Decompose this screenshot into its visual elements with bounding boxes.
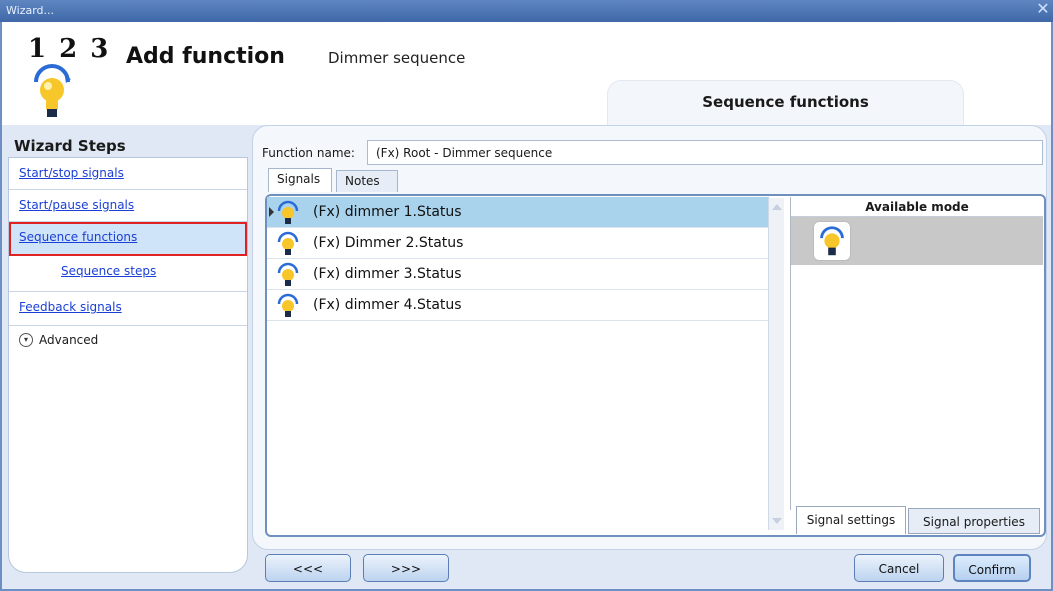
step-feedback-signals[interactable]: Feedback signals xyxy=(9,292,247,326)
step-sequence-functions[interactable]: Sequence functions xyxy=(9,222,247,256)
scroll-up-icon[interactable] xyxy=(772,204,782,210)
wizard-steps-panel: Wizard Steps Start/stop signals Start/pa… xyxy=(8,133,248,578)
list-item[interactable]: (Fx) dimmer 4.Status xyxy=(267,290,769,321)
confirm-button[interactable]: Confirm xyxy=(953,554,1031,582)
function-name-label: Function name: xyxy=(262,146,355,160)
signal-label: (Fx) dimmer 4.Status xyxy=(313,297,462,313)
window-title: Wizard... xyxy=(6,4,55,17)
step-start-stop-signals[interactable]: Start/stop signals xyxy=(9,158,247,190)
available-mode-header: Available mode xyxy=(791,197,1043,217)
dimmer-bulb-icon xyxy=(277,231,299,255)
title-bar: Wizard... ✕ xyxy=(0,0,1053,22)
list-item[interactable]: (Fx) dimmer 1.Status xyxy=(267,197,769,228)
step-link[interactable]: Sequence steps xyxy=(61,264,156,278)
row-pointer-icon xyxy=(269,207,274,217)
bulb-logo-icon xyxy=(34,64,71,117)
scroll-down-icon[interactable] xyxy=(772,518,782,524)
tab-header-label: Sequence functions xyxy=(702,93,869,111)
close-icon[interactable]: ✕ xyxy=(1035,0,1051,20)
signals-list: (Fx) dimmer 1.Status (Fx) Dimmer 2.Statu… xyxy=(267,197,784,531)
dimmer-bulb-icon xyxy=(277,262,299,286)
tab-notes[interactable]: Notes xyxy=(336,170,398,192)
next-button[interactable]: >>> xyxy=(363,554,449,582)
available-mode-panel: Available mode xyxy=(790,197,1043,510)
list-item[interactable]: (Fx) Dimmer 2.Status xyxy=(267,228,769,259)
chevron-down-icon: ▾ xyxy=(19,333,33,347)
tab-signals[interactable]: Signals xyxy=(268,168,332,192)
step-link[interactable]: Feedback signals xyxy=(19,300,122,314)
step-link[interactable]: Start/stop signals xyxy=(19,166,124,180)
cancel-button[interactable]: Cancel xyxy=(854,554,944,582)
page-title: Add function xyxy=(126,44,285,69)
signal-label: (Fx) dimmer 3.Status xyxy=(313,266,462,282)
step-link[interactable]: Sequence functions xyxy=(19,230,137,244)
signal-label: (Fx) Dimmer 2.Status xyxy=(313,235,464,251)
wizard-steps-list: Start/stop signals Start/pause signals S… xyxy=(8,157,248,573)
signal-label: (Fx) dimmer 1.Status xyxy=(313,204,462,220)
tab-signal-properties[interactable]: Signal properties xyxy=(908,508,1040,534)
signals-scrollbar[interactable] xyxy=(768,198,784,530)
step-start-pause-signals[interactable]: Start/pause signals xyxy=(9,190,247,222)
back-button[interactable]: <<< xyxy=(265,554,351,582)
function-name-input[interactable]: (Fx) Root - Dimmer sequence xyxy=(367,140,1043,165)
advanced-label: Advanced xyxy=(39,333,99,347)
advanced-toggle[interactable]: ▾ Advanced xyxy=(9,326,247,356)
list-item[interactable]: (Fx) dimmer 3.Status xyxy=(267,259,769,290)
logo-numbers: 1 2 3 xyxy=(28,34,111,64)
wizard-steps-title: Wizard Steps xyxy=(14,137,126,155)
step-link[interactable]: Start/pause signals xyxy=(19,198,134,212)
tab-signal-settings[interactable]: Signal settings xyxy=(796,506,906,534)
page-subtitle: Dimmer sequence xyxy=(328,49,466,67)
tab-sequence-functions: Sequence functions xyxy=(607,80,964,125)
dimmer-bulb-icon xyxy=(277,200,299,224)
dimmer-bulb-icon[interactable] xyxy=(813,221,851,261)
step-sequence-steps[interactable]: Sequence steps xyxy=(9,256,247,292)
dimmer-bulb-icon xyxy=(277,293,299,317)
